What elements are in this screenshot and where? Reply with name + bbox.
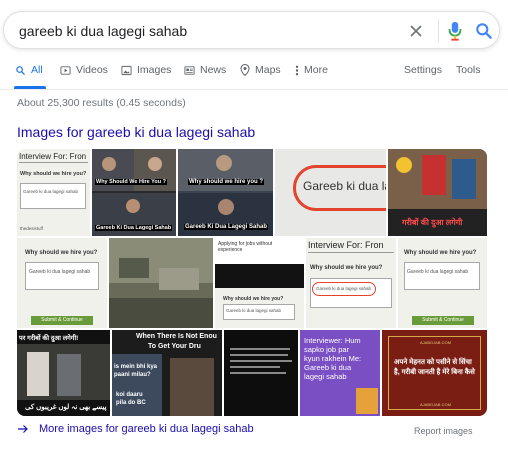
map-pin-icon xyxy=(240,64,250,76)
image-thumbnail[interactable] xyxy=(224,330,298,416)
tabs-divider xyxy=(0,89,508,90)
report-images-link[interactable]: Report images xyxy=(414,426,473,436)
thumb-text: Applying for jobs without experience xyxy=(218,241,273,253)
image-thumbnail[interactable]: Interview For: Fron Why should we hire y… xyxy=(306,238,396,328)
image-thumbnail[interactable]: Why should we hire you ? Gareeb Ki Dua L… xyxy=(178,149,273,236)
search-tabs: All Videos Images News Maps More Setting… xyxy=(0,59,508,89)
tab-label: All xyxy=(31,64,43,76)
tab-maps[interactable]: Maps xyxy=(240,64,281,76)
thumb-text: Gareeb Ki Dua Lagegi Sahab xyxy=(184,224,269,230)
video-icon xyxy=(60,65,71,75)
image-thumbnail[interactable]: Why Should We Hire You ? Gareeb Ki Dua L… xyxy=(92,149,176,236)
image-thumbnail[interactable]: Gareeb ki dua la xyxy=(275,149,386,236)
tab-label: Tools xyxy=(456,64,481,76)
search-divider xyxy=(438,20,439,42)
thumb-text: Why should we hire you? xyxy=(20,171,87,177)
thumb-text: is mein bhi kya xyxy=(114,364,158,370)
more-images-label: More images for gareeb ki dua lagegi sah… xyxy=(39,423,254,435)
thumb-text: Why Should We Hire You ? xyxy=(95,179,167,185)
thumb-text: Why should we hire you? xyxy=(25,250,98,256)
thumb-text: Why should we hire you? xyxy=(404,250,477,256)
image-thumbnail[interactable]: Why should we hire you? Gareeb ki dua la… xyxy=(17,238,107,328)
tab-news[interactable]: News xyxy=(184,64,226,76)
thumb-text: Gareeb ki dua la xyxy=(303,179,386,193)
thumb-text: पर गरीबों की दुआ लगेगी! xyxy=(19,335,79,342)
image-icon xyxy=(121,65,132,75)
thumb-text: गरीबों की दुआ लगेगी xyxy=(402,218,463,227)
image-thumbnail[interactable]: Interviewer: Hum sapko job par kyun rakh… xyxy=(300,330,380,416)
search-input[interactable]: gareeb ki dua lagegi sahab xyxy=(19,23,187,39)
image-thumbnail[interactable]: Applying for jobs without experience Why… xyxy=(215,238,304,328)
tab-label: More xyxy=(304,64,328,76)
thumb-text: Gareeb ki dua lagegi sahab xyxy=(226,308,282,313)
tab-videos[interactable]: Videos xyxy=(60,64,108,76)
thumb-text: Gareeb Ki Dua Lagegi Sahab xyxy=(95,225,173,231)
thumb-text: koi daaru xyxy=(116,392,143,398)
tab-more[interactable]: More xyxy=(295,64,328,76)
microphone-icon[interactable] xyxy=(446,20,464,42)
image-thumbnail[interactable]: AJABGJAB.COM अपने मेहनत को पसीने से सिंच… xyxy=(382,330,487,416)
tab-label: Maps xyxy=(255,64,281,76)
tab-tools[interactable]: Tools xyxy=(456,64,481,76)
search-icon[interactable] xyxy=(474,21,494,41)
result-stats: About 25,300 results (0.45 seconds) xyxy=(17,97,186,109)
clear-icon[interactable] xyxy=(406,21,426,41)
search-icon xyxy=(16,65,25,75)
image-thumbnail[interactable]: Interview For: Fron Why should we hire y… xyxy=(17,149,90,236)
image-thumbnail[interactable] xyxy=(109,238,213,328)
thumb-text: Interview For: Fron xyxy=(308,240,384,250)
arrow-right-icon xyxy=(18,425,28,433)
image-thumbnail[interactable]: पर गरीबों की दुआ लगेगी! پیسے بھی نہ لوں … xyxy=(17,330,110,416)
tab-images[interactable]: Images xyxy=(121,64,171,76)
thumb-text: Why should we hire you? xyxy=(223,296,284,302)
more-vertical-icon xyxy=(295,65,299,75)
tab-label: Settings xyxy=(404,64,442,76)
thumb-text: When There Is Not Enou xyxy=(136,333,217,340)
thumb-text: thedesistuff xyxy=(20,226,43,231)
thumb-text: To Get Your Dru xyxy=(148,343,201,350)
tab-label: Images xyxy=(137,64,172,76)
thumb-text: paani milau? xyxy=(114,372,151,378)
thumb-text: Gareeb ki dua lagegi sahab xyxy=(23,189,79,194)
image-grid: Interview For: Fron Why should we hire y… xyxy=(17,149,487,416)
thumb-text: Submit & Continue xyxy=(31,316,93,325)
image-thumbnail[interactable]: गरीबों की दुआ लगेगी xyxy=(388,149,487,236)
thumb-text: AJABGJAB.COM xyxy=(420,402,451,407)
thumb-text: Interview For: Fron xyxy=(19,152,87,161)
tab-label: News xyxy=(200,64,227,76)
thumb-text: Why should we hire you ? xyxy=(188,179,265,185)
thumb-text: AJABGJAB.COM xyxy=(420,340,451,345)
thumb-text: pila do BC xyxy=(116,400,146,406)
thumb-text: پیسے بھی نہ لوں غریبوں کی xyxy=(25,404,107,411)
tab-all[interactable]: All xyxy=(15,64,43,76)
image-thumbnail[interactable]: When There Is Not Enou To Get Your Dru i… xyxy=(112,330,222,416)
thumb-text: Why should we hire you? xyxy=(310,265,383,271)
thumb-text: Interviewer: Hum sapko job par kyun rakh… xyxy=(304,336,362,381)
thumb-text: Gareeb ki dua lagegi sahab xyxy=(29,269,91,275)
tab-label: Videos xyxy=(76,64,108,76)
thumb-text: अपने मेहनत को पसीने से सिंचा है, गरीबी ज… xyxy=(394,359,475,376)
thumb-text: Gareeb ki dua lagegi sahab xyxy=(407,269,469,275)
news-icon xyxy=(184,65,195,75)
thumb-text: Submit & Continue xyxy=(412,316,474,325)
tab-settings[interactable]: Settings xyxy=(404,64,442,76)
image-thumbnail[interactable]: Why should we hire you? Gareeb ki dua la… xyxy=(398,238,487,328)
images-section-heading[interactable]: Images for gareeb ki dua lagegi sahab xyxy=(17,124,255,140)
more-images-link[interactable]: More images for gareeb ki dua lagegi sah… xyxy=(17,423,254,435)
search-bar[interactable]: gareeb ki dua lagegi sahab xyxy=(3,11,500,49)
thumb-text: Gareeb ki dua lagegi sahab xyxy=(316,286,372,291)
